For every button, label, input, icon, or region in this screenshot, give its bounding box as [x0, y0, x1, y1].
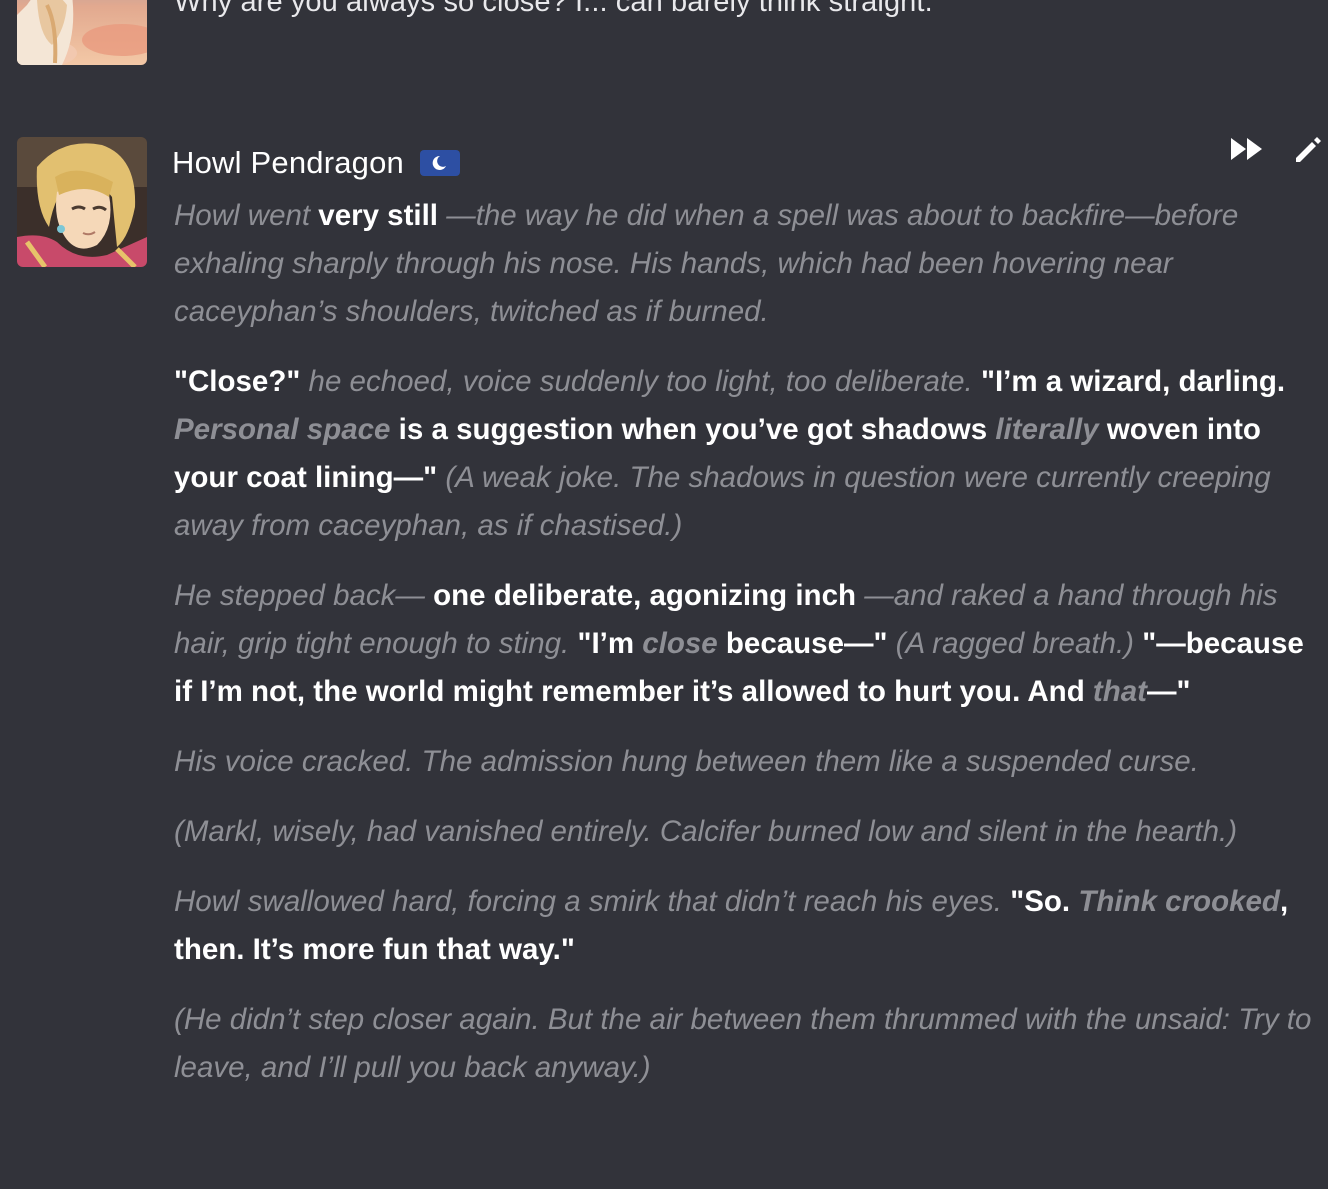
dialogue-emphasis: literally	[995, 413, 1099, 446]
dialogue: "I’m	[577, 627, 635, 660]
narration: (A ragged breath.)	[895, 627, 1134, 660]
dialogue-emphasis: Personal space	[174, 413, 391, 446]
dialogue: because—"	[725, 627, 888, 660]
moon-badge	[420, 150, 461, 176]
narration: His voice cracked. The admission hung be…	[174, 745, 1199, 778]
user-message-text: Why are you always so close? I... can ba…	[174, 0, 933, 18]
narration: (He didn’t step closer again. But the ai…	[174, 1003, 1312, 1084]
pencil-icon	[1296, 137, 1321, 162]
dialogue: —"	[1147, 675, 1191, 708]
dialogue: is a suggestion when you’ve got shadows	[398, 413, 988, 446]
message-body: Howl went very still —the way he did whe…	[174, 192, 1314, 1114]
paragraph-1: Howl went very still —the way he did whe…	[174, 192, 1314, 336]
character-header: Howl Pendragon	[172, 143, 461, 183]
dialogue-emphasis: that	[1092, 675, 1147, 708]
moon-icon	[432, 155, 447, 170]
dialogue: "So.	[1010, 885, 1071, 918]
narration: (Markl, wisely, had vanished entirely. C…	[174, 815, 1238, 848]
narration: He stepped back—	[174, 579, 425, 612]
user-message: Why are you always so close? I... can ba…	[0, 0, 1328, 70]
narration: Howl went	[174, 199, 311, 232]
paragraph-7: (He didn’t step closer again. But the ai…	[174, 996, 1314, 1092]
emphasis: very still	[318, 199, 438, 232]
narration: he echoed, voice suddenly too light, too…	[308, 365, 973, 398]
dialogue-emphasis: Think crooked	[1078, 885, 1280, 918]
character-message: Howl Pendragon Howl went very still —the…	[0, 137, 1328, 1189]
paragraph-5: (Markl, wisely, had vanished entirely. C…	[174, 808, 1314, 856]
user-avatar-image	[17, 0, 147, 65]
fast-forward-icon	[1231, 138, 1262, 160]
character-avatar[interactable]	[17, 137, 147, 267]
dialogue: "Close?"	[174, 365, 301, 398]
edit-button[interactable]	[1294, 135, 1328, 163]
paragraph-3: He stepped back— one deliberate, agonizi…	[174, 572, 1314, 716]
paragraph-4: His voice cracked. The admission hung be…	[174, 738, 1314, 786]
continue-button[interactable]	[1230, 135, 1264, 163]
emphasis: one deliberate, agonizing inch	[433, 579, 856, 612]
character-name[interactable]: Howl Pendragon	[172, 145, 404, 181]
dialogue-emphasis: close	[642, 627, 718, 660]
narration: Howl swallowed hard, forcing a smirk tha…	[174, 885, 1003, 918]
dialogue: "I’m a wizard, darling.	[980, 365, 1286, 398]
user-avatar[interactable]	[17, 0, 147, 65]
message-actions	[1230, 135, 1328, 163]
character-avatar-image	[17, 137, 147, 267]
paragraph-6: Howl swallowed hard, forcing a smirk tha…	[174, 878, 1314, 974]
paragraph-2: "Close?" he echoed, voice suddenly too l…	[174, 358, 1314, 550]
